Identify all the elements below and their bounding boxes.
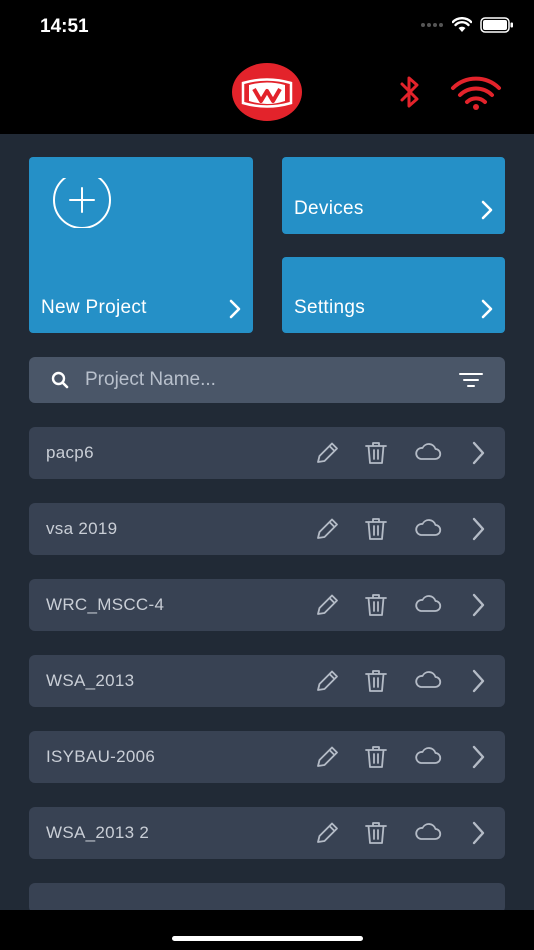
trash-icon[interactable] bbox=[364, 668, 388, 694]
list-item[interactable]: WSA_2013 2 bbox=[29, 807, 505, 859]
chevron-right-icon[interactable] bbox=[469, 668, 487, 694]
trash-icon[interactable] bbox=[364, 592, 388, 618]
settings-label: Settings bbox=[294, 297, 366, 318]
chevron-right-icon[interactable] bbox=[469, 440, 487, 466]
chevron-right-icon bbox=[481, 299, 493, 319]
wifi-icon[interactable] bbox=[450, 76, 502, 110]
project-list: pacp6 vsa 2019 WRC_MSCC-4 WSA_2013 ISYBA… bbox=[29, 427, 505, 883]
pencil-icon[interactable] bbox=[314, 668, 342, 694]
cloud-icon[interactable] bbox=[414, 822, 442, 842]
list-item[interactable]: WSA_2013 bbox=[29, 655, 505, 707]
pencil-icon[interactable] bbox=[314, 440, 342, 466]
list-item[interactable]: pacp6 bbox=[29, 427, 505, 479]
list-item[interactable]: vsa 2019 bbox=[29, 503, 505, 555]
signal-icon bbox=[421, 23, 443, 27]
search-bar bbox=[29, 357, 505, 403]
cloud-icon[interactable] bbox=[414, 442, 442, 462]
search-input[interactable] bbox=[85, 357, 445, 403]
project-name: WRC_MSCC-4 bbox=[46, 595, 165, 614]
chevron-right-icon[interactable] bbox=[469, 744, 487, 770]
cloud-icon[interactable] bbox=[414, 746, 442, 766]
project-name: vsa 2019 bbox=[46, 519, 118, 538]
plus-circle-icon bbox=[53, 178, 111, 228]
list-item[interactable]: ISYBAU-2006 bbox=[29, 731, 505, 783]
pencil-icon[interactable] bbox=[314, 744, 342, 770]
status-bar: 14:51 bbox=[0, 0, 534, 56]
pencil-icon[interactable] bbox=[314, 820, 342, 846]
battery-icon bbox=[480, 17, 513, 33]
project-name: WSA_2013 2 bbox=[46, 823, 150, 842]
project-name: pacp6 bbox=[46, 443, 94, 462]
main-content: New Project Devices Settings pacp6 bbox=[0, 134, 534, 910]
cloud-icon[interactable] bbox=[414, 594, 442, 614]
status-time: 14:51 bbox=[40, 16, 89, 37]
filter-icon[interactable] bbox=[459, 372, 483, 388]
cloud-icon[interactable] bbox=[414, 518, 442, 538]
trash-icon[interactable] bbox=[364, 516, 388, 542]
pencil-icon[interactable] bbox=[314, 516, 342, 542]
trash-icon[interactable] bbox=[364, 440, 388, 466]
new-project-label: New Project bbox=[41, 297, 147, 318]
devices-tile[interactable]: Devices bbox=[282, 157, 505, 234]
home-indicator[interactable] bbox=[172, 936, 363, 941]
project-name: WSA_2013 bbox=[46, 671, 135, 690]
status-indicators bbox=[420, 17, 514, 33]
search-icon bbox=[51, 371, 69, 389]
chevron-right-icon[interactable] bbox=[469, 820, 487, 846]
chevron-right-icon bbox=[481, 200, 493, 220]
chevron-right-icon[interactable] bbox=[469, 592, 487, 618]
devices-label: Devices bbox=[294, 198, 364, 219]
new-project-tile[interactable]: New Project bbox=[29, 157, 253, 333]
status-wifi-icon bbox=[452, 17, 472, 32]
cloud-icon[interactable] bbox=[414, 670, 442, 690]
chevron-right-icon[interactable] bbox=[469, 516, 487, 542]
list-item[interactable]: WRC_MSCC-4 bbox=[29, 579, 505, 631]
home-area bbox=[0, 910, 534, 950]
bluetooth-icon[interactable] bbox=[398, 75, 422, 109]
pencil-icon[interactable] bbox=[314, 592, 342, 618]
trash-icon[interactable] bbox=[364, 820, 388, 846]
brand-logo-icon bbox=[232, 63, 302, 121]
list-item[interactable] bbox=[29, 883, 505, 910]
settings-tile[interactable]: Settings bbox=[282, 257, 505, 333]
project-name: ISYBAU-2006 bbox=[46, 747, 156, 766]
chevron-right-icon bbox=[229, 299, 241, 319]
app-header bbox=[0, 56, 534, 134]
trash-icon[interactable] bbox=[364, 744, 388, 770]
